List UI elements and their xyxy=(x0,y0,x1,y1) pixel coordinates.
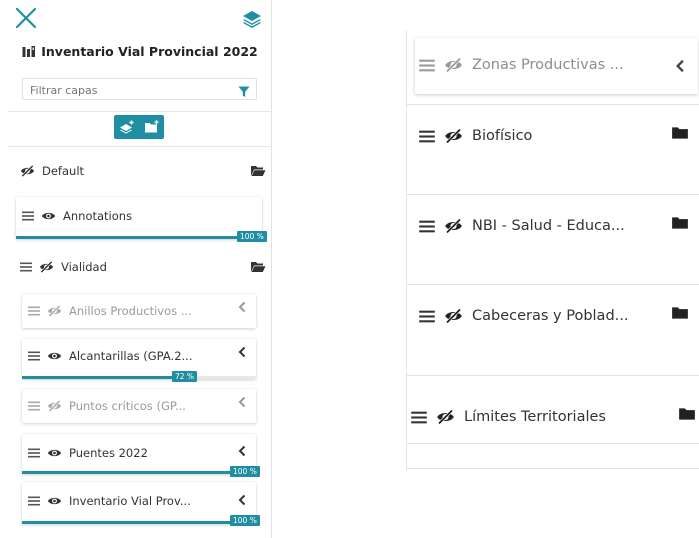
layer-label: Puentes 2022 xyxy=(69,446,148,460)
progress-bar xyxy=(22,471,256,474)
drag-handle-icon[interactable] xyxy=(22,211,34,221)
drag-handle-icon[interactable] xyxy=(28,448,40,458)
chevron-left-icon[interactable] xyxy=(237,445,247,457)
progress-bar xyxy=(16,236,262,239)
layer-group-biofisico[interactable]: Biofísico xyxy=(419,124,532,148)
layer-label: Anillos Productivos ... xyxy=(69,304,192,318)
chevron-left-icon[interactable] xyxy=(674,59,686,73)
eye-slash-icon[interactable] xyxy=(20,165,35,177)
layers-panel-detail: Zonas Productivas ... Biofísico NBI - Sa… xyxy=(406,30,699,470)
progress-label: 100 % xyxy=(230,466,260,477)
layer-tools xyxy=(114,115,164,139)
folder-icon[interactable] xyxy=(678,407,696,421)
divider xyxy=(407,104,699,105)
folder-icon[interactable] xyxy=(671,216,689,230)
group-label: Biofísico xyxy=(472,128,533,144)
layer-group-default[interactable]: Default xyxy=(20,160,266,182)
drag-handle-icon[interactable] xyxy=(419,130,435,143)
progress-label: 72 % xyxy=(172,371,198,382)
divider xyxy=(8,111,272,112)
layer-label: Annotations xyxy=(63,209,133,223)
drag-handle-icon[interactable] xyxy=(28,306,40,316)
eye-slash-icon[interactable] xyxy=(39,261,54,273)
layer-label: Inventario Vial Prov... xyxy=(69,494,191,508)
filter-icon[interactable] xyxy=(238,83,250,102)
layer-item-alcantarillas[interactable]: Alcantarillas (GPA.2... xyxy=(22,339,256,379)
group-label: NBI - Salud - Educa... xyxy=(472,218,625,234)
drag-handle-icon[interactable] xyxy=(419,220,435,233)
drag-handle-icon[interactable] xyxy=(411,411,427,424)
layer-item-puentes-2022[interactable]: Puentes 2022 xyxy=(22,434,256,474)
add-layer-icon[interactable] xyxy=(116,117,138,137)
map-icon xyxy=(22,46,36,61)
eye-icon[interactable] xyxy=(41,210,56,222)
progress-bar xyxy=(22,521,256,524)
project-title: Inventario Vial Provincial 2022 xyxy=(41,44,258,59)
drag-handle-icon[interactable] xyxy=(28,401,40,411)
eye-icon[interactable] xyxy=(47,447,62,459)
page-title: Inventario Vial Provincial 2022 xyxy=(8,44,272,61)
eye-slash-icon[interactable] xyxy=(444,308,463,324)
eye-icon[interactable] xyxy=(47,495,62,507)
filter-box xyxy=(22,78,257,102)
folder-open-icon[interactable] xyxy=(250,261,266,273)
drag-handle-icon[interactable] xyxy=(28,351,40,361)
eye-slash-icon[interactable] xyxy=(444,128,463,144)
layer-label: Alcantarillas (GPA.2... xyxy=(69,349,193,363)
progress-bar xyxy=(22,376,256,379)
layer-group-cabeceras[interactable]: Cabeceras y Poblad... xyxy=(419,304,628,328)
filter-layers-input[interactable] xyxy=(23,80,223,101)
layer-item-zonas-productivas[interactable]: Zonas Productivas ... xyxy=(415,38,698,94)
layer-label: Zonas Productivas ... xyxy=(472,57,624,73)
folder-open-icon[interactable] xyxy=(250,165,266,177)
chevron-left-icon[interactable] xyxy=(237,301,247,313)
eye-icon[interactable] xyxy=(47,350,62,362)
eye-slash-icon[interactable] xyxy=(444,57,463,73)
layer-item-inventario-vial[interactable]: Inventario Vial Prov... xyxy=(22,482,256,524)
progress-label: 100 % xyxy=(230,515,260,526)
group-label: Default xyxy=(42,164,85,178)
drag-handle-icon[interactable] xyxy=(419,59,435,72)
drag-handle-icon[interactable] xyxy=(419,310,435,323)
layer-group-nbi[interactable]: NBI - Salud - Educa... xyxy=(419,214,625,238)
group-label: Vialidad xyxy=(61,260,107,274)
divider xyxy=(407,443,699,444)
folder-icon[interactable] xyxy=(671,306,689,320)
divider xyxy=(407,284,699,285)
layer-item-puntos-criticos[interactable]: Puntos críticos (GP... xyxy=(22,389,256,423)
layers-panel: Inventario Vial Provincial 2022 Default … xyxy=(8,0,272,538)
folder-icon[interactable] xyxy=(671,126,689,140)
drag-handle-icon[interactable] xyxy=(28,496,40,506)
layer-group-vialidad[interactable]: Vialidad xyxy=(20,256,266,278)
eye-slash-icon[interactable] xyxy=(444,218,463,234)
progress-label: 100 % xyxy=(237,231,267,242)
divider xyxy=(407,375,699,376)
layers-stack-icon[interactable] xyxy=(241,9,263,29)
close-icon[interactable] xyxy=(14,6,38,30)
eye-slash-icon[interactable] xyxy=(436,409,455,425)
divider xyxy=(407,194,699,195)
group-label: Límites Territoriales xyxy=(464,409,606,425)
eye-slash-icon[interactable] xyxy=(47,400,62,412)
chevron-left-icon[interactable] xyxy=(237,396,247,408)
chevron-left-icon[interactable] xyxy=(237,346,247,358)
layer-item-annotations[interactable]: Annotations xyxy=(16,197,262,239)
layer-group-limites[interactable]: Límites Territoriales xyxy=(411,405,606,429)
layer-label: Puntos críticos (GP... xyxy=(69,399,186,413)
chevron-left-icon[interactable] xyxy=(237,494,247,506)
add-folder-icon[interactable] xyxy=(141,117,163,137)
drag-handle-icon[interactable] xyxy=(20,262,32,272)
group-label: Cabeceras y Poblad... xyxy=(472,308,629,324)
divider xyxy=(8,146,272,147)
eye-slash-icon[interactable] xyxy=(47,305,62,317)
divider xyxy=(407,468,699,469)
layer-item-anillos-productivos[interactable]: Anillos Productivos ... xyxy=(22,294,256,328)
